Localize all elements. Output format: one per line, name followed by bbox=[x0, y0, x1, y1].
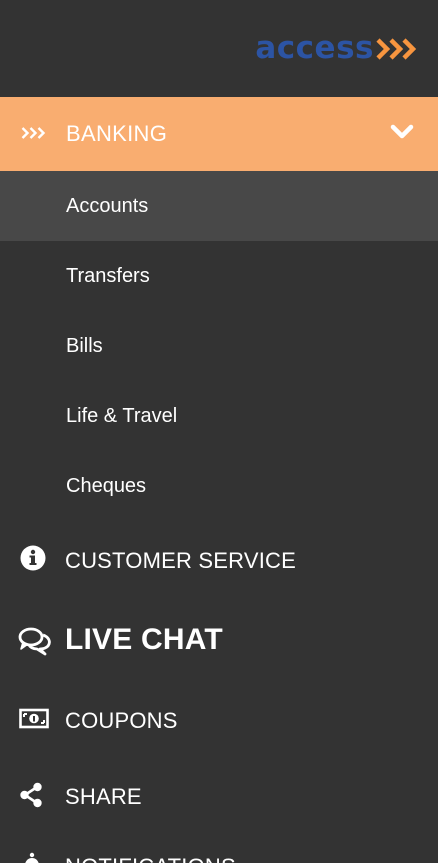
sub-item-label: Bills bbox=[66, 335, 103, 357]
app-header: access bbox=[0, 0, 438, 97]
info-icon bbox=[20, 545, 46, 571]
menu-item-customer-service[interactable]: CUSTOMER SERVICE bbox=[0, 522, 438, 596]
menu-item-label: NOTIFICATIONS bbox=[65, 854, 236, 863]
sub-item-bills[interactable]: Bills bbox=[0, 311, 438, 381]
menu-item-banking[interactable]: BANKING bbox=[0, 97, 438, 171]
chat-bubbles-icon bbox=[18, 627, 51, 656]
access-logo: access bbox=[255, 33, 420, 64]
menu-item-banking-label: BANKING bbox=[66, 121, 168, 146]
menu-item-notifications[interactable]: NOTIFICATIONS bbox=[0, 832, 438, 863]
chevron-down-icon[interactable] bbox=[390, 123, 414, 141]
sub-item-label: Transfers bbox=[66, 265, 150, 287]
logo-text: access bbox=[255, 30, 374, 66]
menu-item-label: LIVE CHAT bbox=[65, 623, 223, 656]
menu-item-coupons[interactable]: COUPONS bbox=[0, 682, 438, 756]
menu-item-label: SHARE bbox=[65, 784, 142, 809]
sub-item-label: Accounts bbox=[66, 195, 149, 217]
menu-item-live-chat[interactable]: LIVE CHAT bbox=[0, 602, 438, 676]
bell-icon bbox=[25, 852, 39, 863]
menu-item-label: CUSTOMER SERVICE bbox=[65, 548, 296, 573]
logo-chevrons-icon bbox=[376, 37, 420, 61]
sub-item-life-travel[interactable]: Life & Travel bbox=[0, 381, 438, 451]
sub-item-label: Cheques bbox=[66, 475, 147, 497]
share-icon bbox=[20, 782, 42, 808]
sub-item-accounts[interactable]: Accounts bbox=[0, 171, 438, 241]
sub-item-label: Life & Travel bbox=[66, 405, 178, 427]
sub-item-cheques[interactable]: Cheques bbox=[0, 451, 438, 521]
money-icon bbox=[19, 708, 49, 729]
triple-chevron-icon bbox=[21, 127, 46, 139]
menu-item-label: COUPONS bbox=[65, 708, 178, 733]
menu-item-share[interactable]: SHARE bbox=[0, 757, 438, 831]
sub-item-transfers[interactable]: Transfers bbox=[0, 241, 438, 311]
